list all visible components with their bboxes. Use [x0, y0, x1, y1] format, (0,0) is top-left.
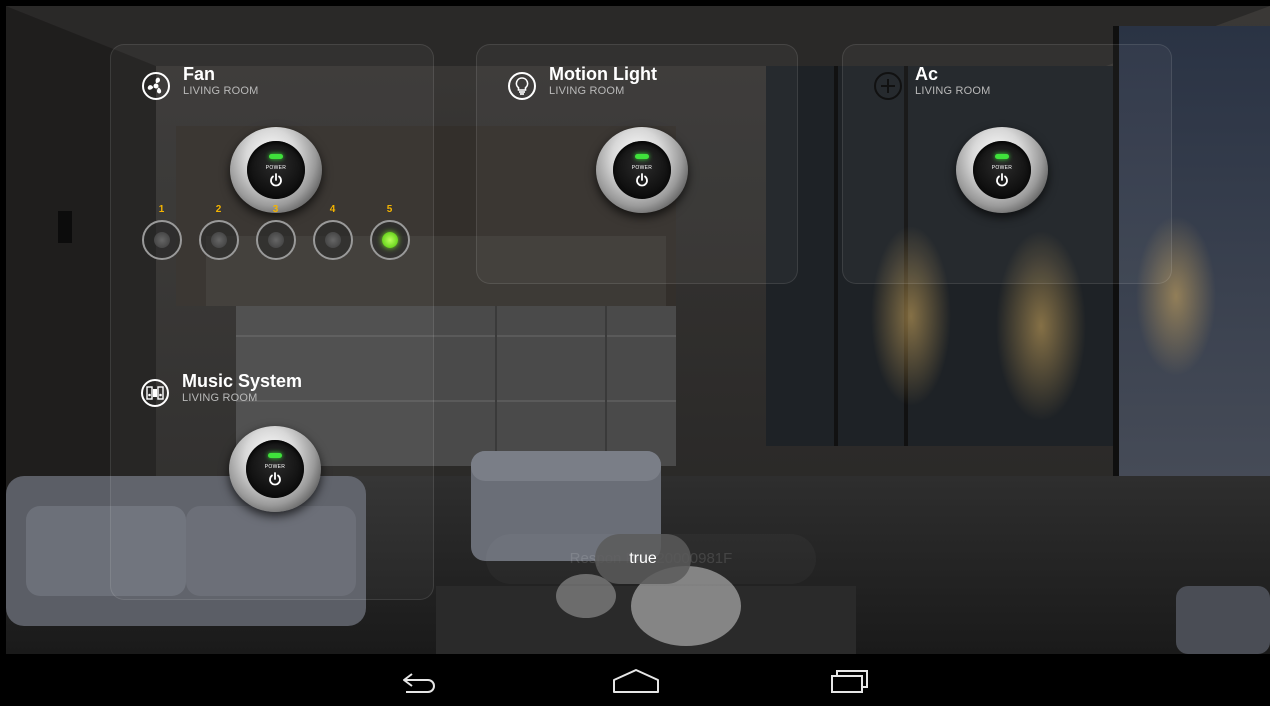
speed-button-1[interactable] — [141, 220, 182, 260]
fan-speed-2: 2 — [190, 204, 247, 260]
speed-indicator-active — [381, 232, 398, 248]
power-icon — [636, 173, 648, 187]
speaker-icon — [141, 379, 169, 407]
power-label: POWER — [991, 165, 1013, 171]
speed-indicator — [267, 232, 284, 248]
speed-indicator — [153, 232, 170, 248]
device-header: Music System LIVING ROOM — [140, 370, 302, 408]
toast-message: true — [595, 534, 691, 584]
power-icon — [270, 173, 282, 187]
device-room: LIVING ROOM — [182, 392, 258, 404]
device-header: Ac LIVING ROOM — [873, 63, 991, 101]
speed-label: 5 — [386, 204, 393, 215]
power-label: POWER — [631, 165, 653, 171]
ac-power-button[interactable]: POWER — [956, 127, 1048, 213]
device-header: Motion Light LIVING ROOM — [507, 63, 657, 101]
device-room: LIVING ROOM — [915, 85, 991, 97]
fan-speed-5: 5 — [361, 204, 418, 260]
fan-icon — [142, 72, 170, 100]
power-button-face: POWER — [973, 141, 1031, 199]
power-led-indicator — [268, 453, 282, 458]
speed-label: 2 — [215, 204, 222, 215]
power-button-face: POWER — [613, 141, 671, 199]
power-icon — [269, 472, 281, 486]
power-led-indicator — [995, 154, 1009, 159]
dashboard-screen: Fan LIVING ROOM POWER 1 2 3 4 5 Motion L… — [6, 6, 1270, 654]
power-label: POWER — [265, 165, 287, 171]
speed-button-5[interactable] — [369, 220, 410, 260]
device-name: Motion Light — [549, 64, 657, 84]
fan-speed-4: 4 — [304, 204, 361, 260]
power-button-face: POWER — [247, 141, 305, 199]
power-led-indicator — [269, 154, 283, 159]
speed-label: 1 — [158, 204, 165, 215]
speed-indicator — [324, 232, 341, 248]
power-button-face: POWER — [246, 440, 304, 498]
device-room: LIVING ROOM — [549, 85, 625, 97]
speed-label: 4 — [329, 204, 336, 215]
recents-icon — [831, 670, 868, 693]
plus-circle-icon — [874, 72, 902, 100]
power-icon — [996, 173, 1008, 187]
device-name: Music System — [182, 371, 303, 391]
speed-label: 3 — [272, 204, 279, 215]
device-name: Ac — [915, 64, 939, 84]
device-card-motion-light: Motion Light LIVING ROOM POWER — [476, 44, 798, 284]
music-system-power-button[interactable]: POWER — [229, 426, 321, 512]
speed-button-2[interactable] — [198, 220, 239, 260]
device-card-music-system: Music System LIVING ROOM POWER — [110, 348, 434, 528]
recents-button[interactable] — [820, 664, 880, 698]
home-button[interactable] — [606, 664, 666, 698]
fan-power-button[interactable]: POWER — [230, 127, 322, 213]
back-icon — [403, 673, 435, 693]
back-button[interactable] — [390, 664, 450, 698]
motion-light-power-button[interactable]: POWER — [596, 127, 688, 213]
bulb-icon — [508, 72, 536, 100]
power-led-indicator — [635, 154, 649, 159]
home-icon — [613, 669, 659, 693]
device-name: Fan — [183, 64, 216, 84]
device-room: LIVING ROOM — [183, 85, 259, 97]
fan-speed-3: 3 — [247, 204, 304, 260]
fan-speed-selector: 1 2 3 4 5 — [133, 204, 418, 260]
speed-indicator — [210, 232, 227, 248]
navigation-bar — [6, 654, 1270, 706]
speed-button-4[interactable] — [312, 220, 353, 260]
device-card-ac: Ac LIVING ROOM POWER — [842, 44, 1172, 284]
speed-button-3[interactable] — [255, 220, 296, 260]
device-header: Fan LIVING ROOM — [141, 63, 259, 101]
power-label: POWER — [264, 464, 286, 470]
fan-speed-1: 1 — [133, 204, 190, 260]
